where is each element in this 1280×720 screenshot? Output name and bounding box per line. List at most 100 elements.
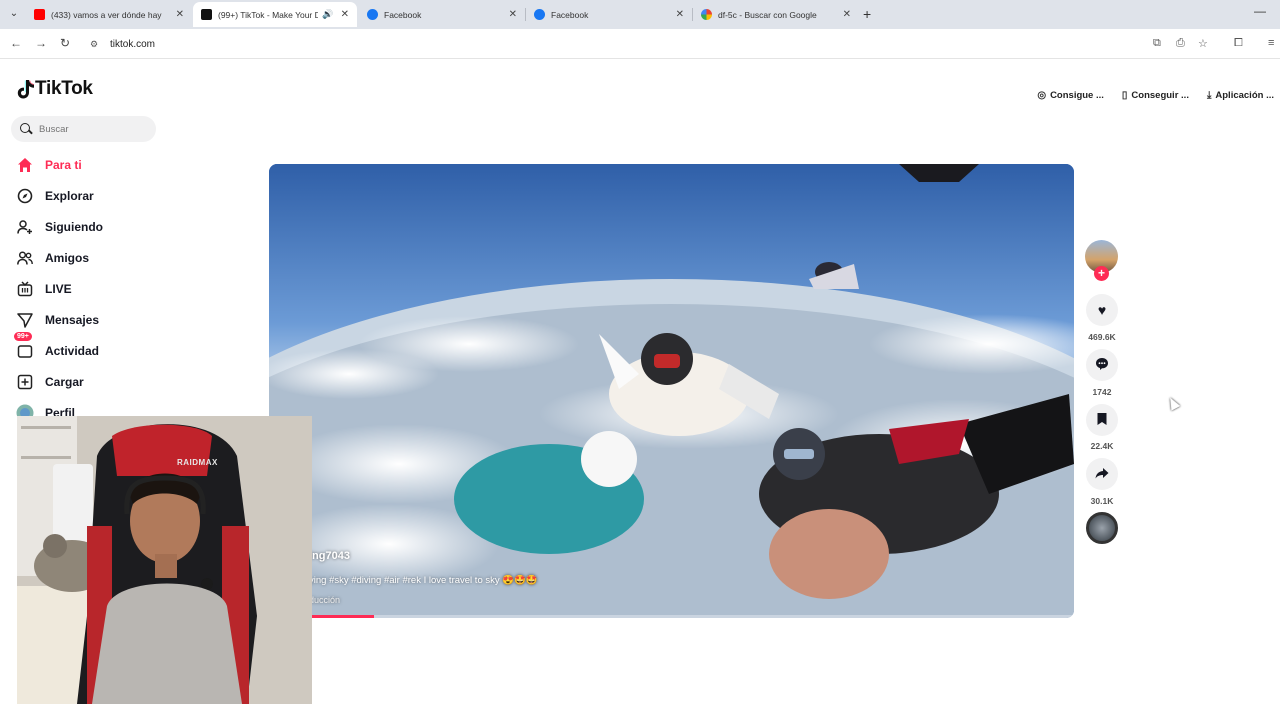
tab-close-icon[interactable]: ✕ xyxy=(509,9,517,20)
sidebar-item-explorar[interactable]: Explorar xyxy=(16,184,216,208)
tiktok-note-icon xyxy=(17,80,35,99)
browser-tab-bar: ⌄ (433) vamos a ver dónde hay fa ✕ (99+)… xyxy=(0,0,1280,29)
webcam-overlay: RAIDMAX xyxy=(17,416,312,704)
save-button[interactable] xyxy=(1086,404,1118,436)
comment-icon xyxy=(1095,357,1109,374)
coin-icon: ◎ xyxy=(1037,89,1047,101)
desktop-app-button[interactable]: ⤓ Aplicación ... xyxy=(1207,90,1274,101)
like-count: 469.6K xyxy=(1088,332,1116,342)
phone-icon: ▯ xyxy=(1121,89,1128,101)
mouse-cursor-icon xyxy=(1165,395,1181,411)
browser-tab-tiktok[interactable]: (99+) TikTok - Make Your Da 🔊 ✕ xyxy=(193,2,357,27)
activity-icon: 99+ xyxy=(14,332,34,360)
bookmark-icon xyxy=(1096,412,1108,429)
url-text[interactable]: tiktok.com xyxy=(110,39,155,50)
new-tab-icon[interactable]: + xyxy=(863,6,871,22)
messages-icon xyxy=(16,311,34,329)
minimize-window-icon[interactable]: — xyxy=(1254,4,1266,18)
search-icon[interactable] xyxy=(19,122,33,136)
download-icon: ⤓ xyxy=(1206,89,1212,101)
share-button[interactable] xyxy=(1086,458,1118,490)
tab-close-icon[interactable]: ✕ xyxy=(843,9,851,20)
like-button[interactable]: ♥ xyxy=(1086,294,1118,326)
install-app-icon[interactable]: ⎙ xyxy=(1176,37,1185,50)
video-frame-skydivers xyxy=(269,164,1074,618)
sidebar-item-cargar[interactable]: Cargar xyxy=(16,370,216,394)
share-count: 30.1K xyxy=(1090,496,1114,506)
get-app-button[interactable]: ▯ Conseguir ... xyxy=(1122,90,1189,101)
sidebar-item-actividad[interactable]: 99+ Actividad xyxy=(14,332,216,363)
compass-icon xyxy=(16,187,34,205)
save-count: 22.4K xyxy=(1090,441,1114,451)
sidebar-item-live[interactable]: LIVE xyxy=(16,277,216,301)
sidebar-item-siguiendo[interactable]: Siguiendo xyxy=(16,215,216,239)
notification-badge: 99+ xyxy=(14,332,32,341)
heart-icon: ♥ xyxy=(1097,302,1107,318)
live-icon xyxy=(16,280,34,298)
sidebar-item-label: Actividad xyxy=(45,344,100,358)
desktop-app-label: Aplicación ... xyxy=(1215,89,1274,101)
share-icon xyxy=(1095,466,1109,482)
tab-title: (99+) TikTok - Make Your Da xyxy=(218,9,318,20)
forward-arrow-icon[interactable]: → xyxy=(35,36,47,50)
extensions-icon[interactable]: ⧠ xyxy=(1234,37,1243,50)
sidebar-item-label: Siguiendo xyxy=(45,220,103,234)
bookmark-star-icon[interactable]: ☆ xyxy=(1198,37,1208,50)
sidebar-item-label: Para ti xyxy=(45,158,82,172)
tiktok-logo[interactable]: TikTok xyxy=(17,78,93,100)
following-icon xyxy=(16,218,34,236)
tab-search-chevron-icon[interactable]: ⌄ xyxy=(6,6,22,22)
header-actions: ◎ Consigue ... ▯ Conseguir ... ⤓ Aplicac… xyxy=(1019,86,1274,104)
tab-close-icon[interactable]: ✕ xyxy=(176,9,184,20)
google-favicon-icon xyxy=(701,9,712,20)
site-info-icon[interactable]: ⚙ xyxy=(90,39,102,49)
tab-title: df-5c - Buscar con Google xyxy=(718,9,817,20)
logo-text: TikTok xyxy=(35,78,93,99)
get-coins-button[interactable]: ◎ Consigue ... xyxy=(1037,90,1104,101)
sidebar-menu-icon[interactable]: ≡ xyxy=(1268,37,1274,49)
sidebar-item-label: Amigos xyxy=(45,251,90,265)
webcam-streamer-image xyxy=(17,416,312,704)
translate-icon[interactable]: ⧉ xyxy=(1153,37,1161,50)
search-box[interactable] xyxy=(11,116,156,142)
browser-tab-facebook-1[interactable]: Facebook ✕ xyxy=(359,2,525,27)
sidebar-item-label: LIVE xyxy=(45,282,72,296)
browser-tab-facebook-2[interactable]: Facebook ✕ xyxy=(526,2,692,27)
facebook-favicon-icon xyxy=(534,9,545,20)
friends-icon xyxy=(16,249,34,267)
get-app-label: Conseguir ... xyxy=(1131,89,1189,101)
sidebar-item-label: Cargar xyxy=(45,375,84,389)
home-icon xyxy=(16,156,34,174)
tab-title: Facebook xyxy=(384,9,422,20)
back-arrow-icon[interactable]: ← xyxy=(10,36,22,50)
upload-icon xyxy=(16,373,34,391)
comment-button[interactable] xyxy=(1086,349,1118,381)
sidebar-item-label: Mensajes xyxy=(45,313,100,327)
url-field[interactable]: ⚙ tiktok.com xyxy=(84,33,1144,55)
video-player[interactable]: ing7043 ying #sky #diving #air #rek I lo… xyxy=(269,164,1074,618)
tab-close-icon[interactable]: ✕ xyxy=(341,9,349,20)
video-caption: ying #sky #diving #air #rek I love trave… xyxy=(309,575,538,586)
browser-tab-google[interactable]: df-5c - Buscar con Google ✕ xyxy=(693,2,859,27)
sidebar-item-para-ti[interactable]: Para ti xyxy=(16,153,216,177)
tab-close-icon[interactable]: ✕ xyxy=(676,9,684,20)
search-input[interactable] xyxy=(39,123,149,135)
sidebar-item-mensajes[interactable]: Mensajes xyxy=(16,308,216,332)
follow-plus-icon[interactable]: + xyxy=(1094,266,1109,281)
music-disc-icon[interactable] xyxy=(1086,512,1118,544)
comment-count: 1742 xyxy=(1092,387,1112,397)
audio-playing-icon[interactable]: 🔊 xyxy=(322,9,333,20)
chair-brand-text: RAIDMAX xyxy=(177,458,218,467)
video-author[interactable]: ing7043 xyxy=(309,550,350,562)
get-coins-label: Consigue ... xyxy=(1050,89,1104,101)
tab-title: (433) vamos a ver dónde hay fa xyxy=(51,9,163,20)
reload-icon[interactable]: ↻ xyxy=(60,36,70,50)
sidebar-item-amigos[interactable]: Amigos xyxy=(16,246,216,270)
youtube-favicon-icon xyxy=(34,9,45,20)
video-sound[interactable]: ducción xyxy=(309,595,340,605)
video-progress-bar[interactable] xyxy=(269,615,1074,618)
tiktok-favicon-icon xyxy=(201,9,212,20)
browser-tab-youtube[interactable]: (433) vamos a ver dónde hay fa ✕ xyxy=(26,2,192,27)
facebook-favicon-icon xyxy=(367,9,378,20)
browser-address-bar: ← → ↻ ⚙ tiktok.com ⧉ ⎙ ☆ ⧠ ≡ xyxy=(0,29,1280,59)
